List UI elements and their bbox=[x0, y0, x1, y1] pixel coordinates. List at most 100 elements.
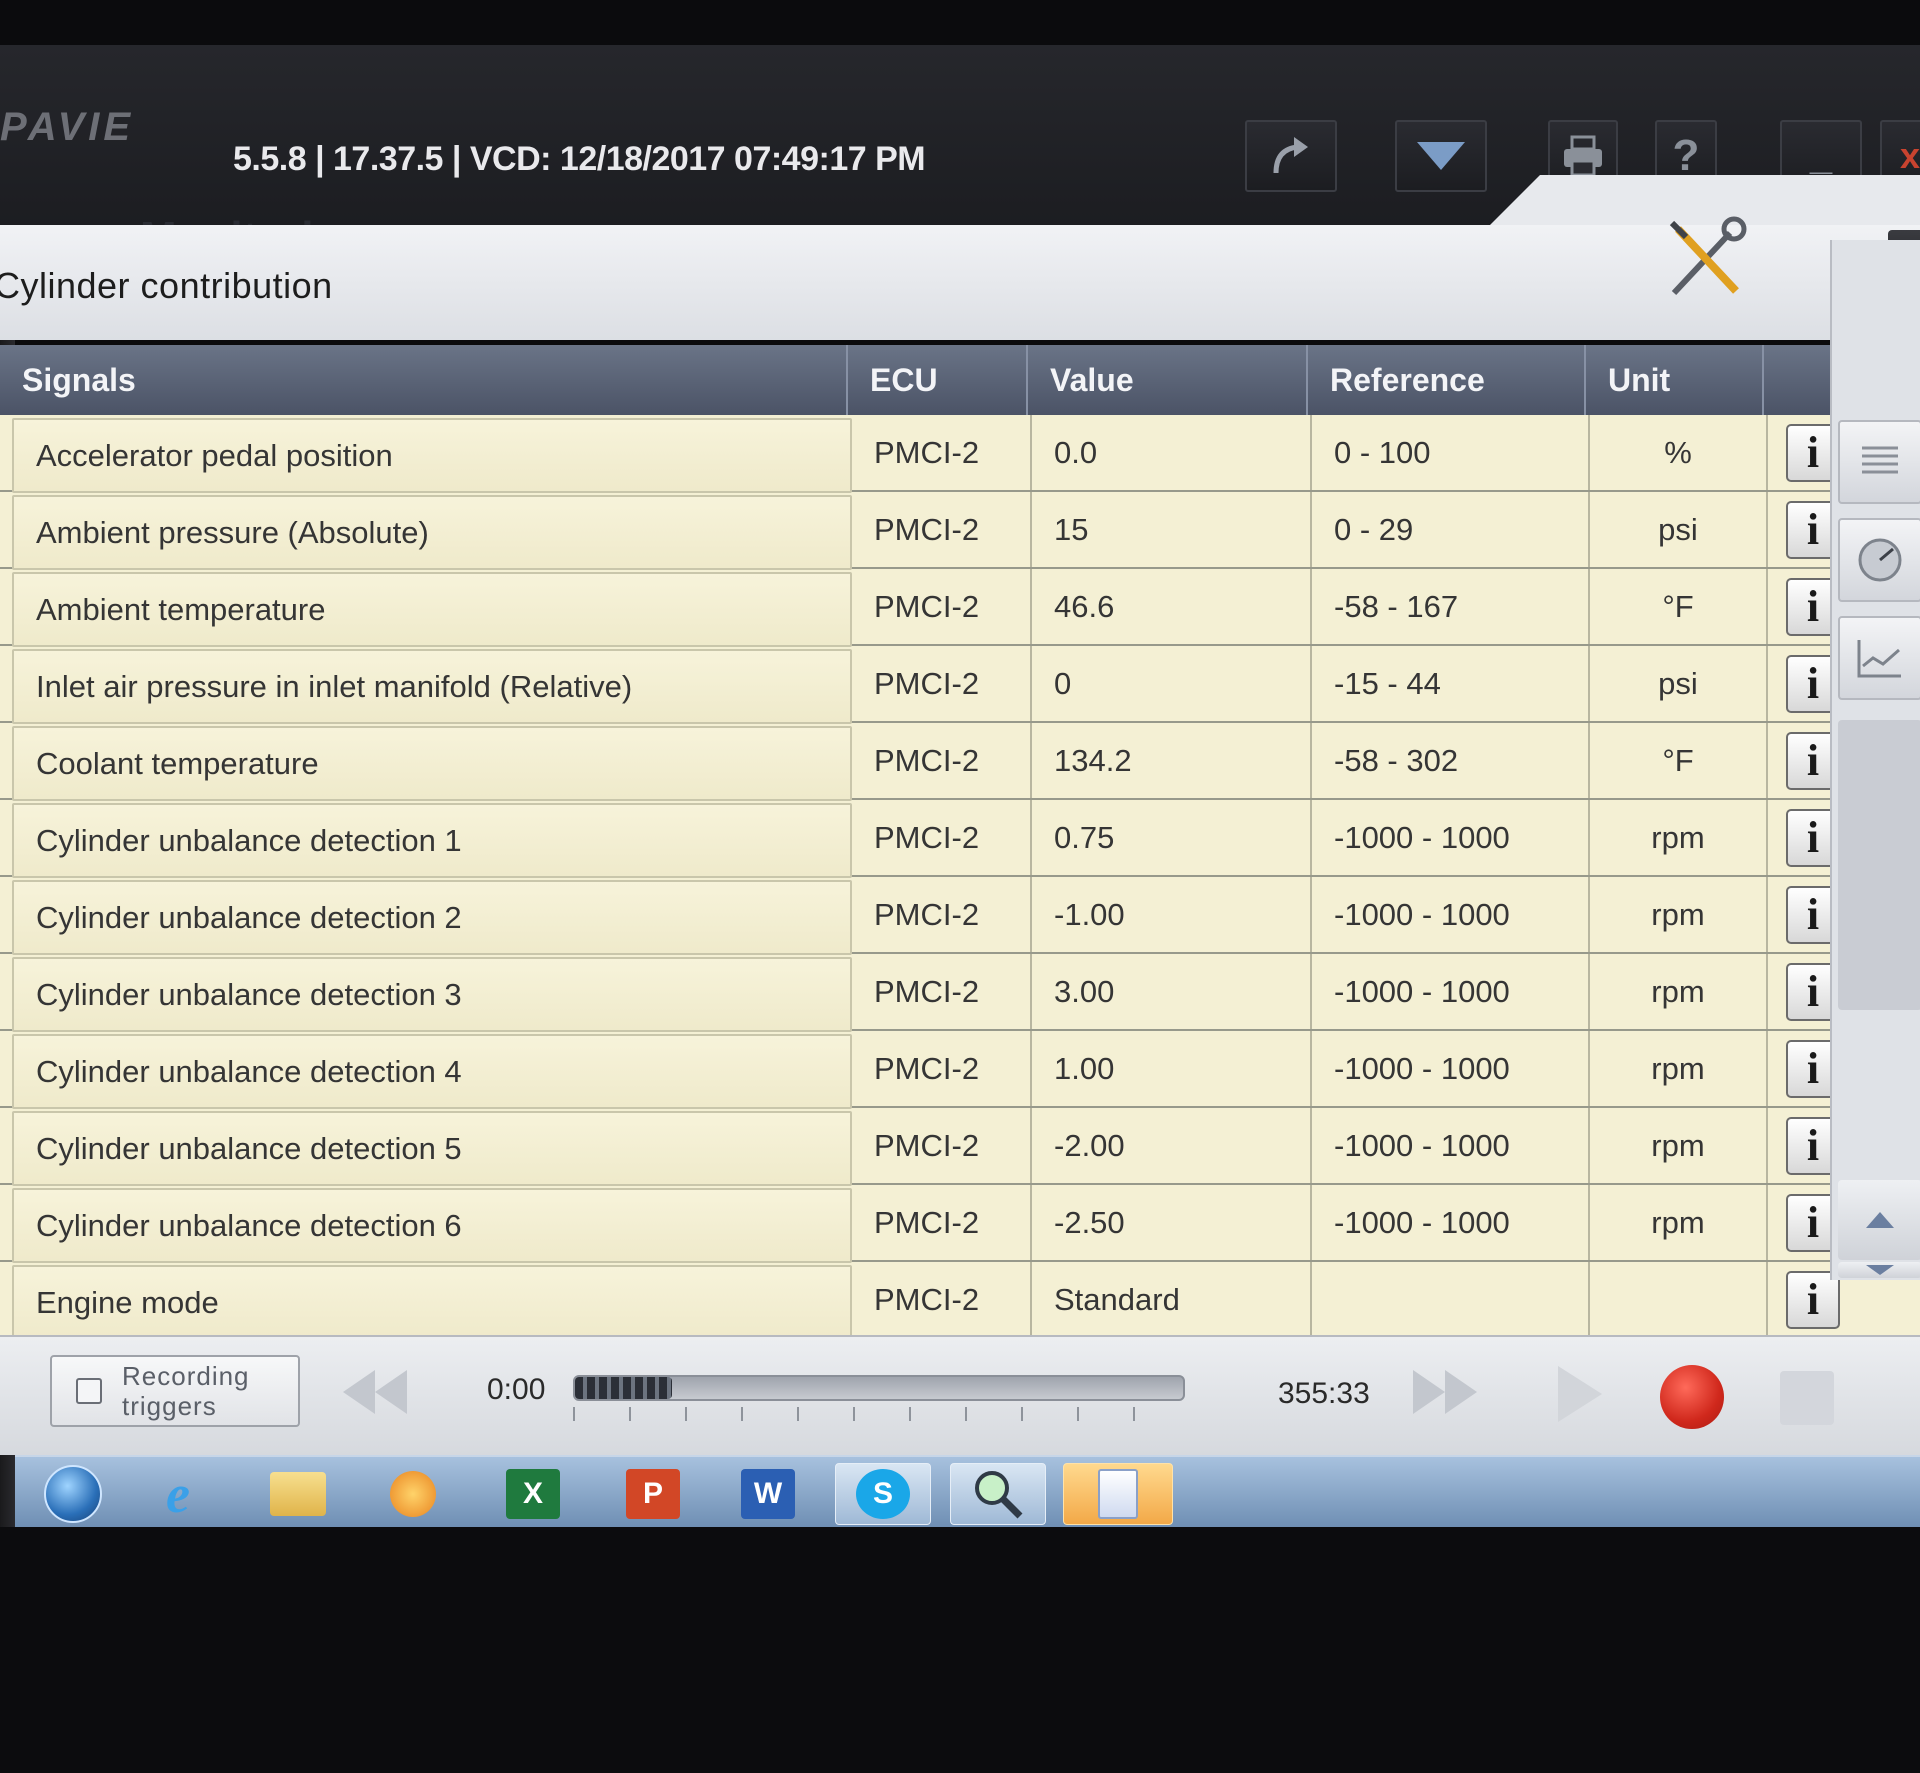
signal-name: Inlet air pressure in inlet manifold (Re… bbox=[12, 649, 852, 724]
ecu-cell: PMCI-2 bbox=[852, 569, 1032, 644]
taskbar-ie[interactable]: e bbox=[130, 1463, 226, 1525]
table-row[interactable]: Inlet air pressure in inlet manifold (Re… bbox=[0, 646, 1920, 724]
value-cell: 15 bbox=[1032, 492, 1312, 567]
taskbar-magnifier[interactable] bbox=[950, 1463, 1046, 1525]
forward-arrow-icon bbox=[1273, 137, 1308, 174]
value-cell: 134.2 bbox=[1032, 723, 1312, 798]
word-icon: W bbox=[741, 1469, 795, 1519]
table-row[interactable]: Accelerator pedal position PMCI-2 0.0 0 … bbox=[0, 415, 1920, 493]
recording-triggers-checkbox[interactable] bbox=[76, 1378, 102, 1404]
reference-cell bbox=[1312, 1262, 1590, 1337]
fast-forward-icon[interactable] bbox=[1405, 1362, 1485, 1422]
page-title: Cylinder contribution bbox=[0, 265, 333, 306]
reference-cell: -1000 - 1000 bbox=[1312, 800, 1590, 875]
unit-cell: °F bbox=[1590, 569, 1768, 644]
value-cell: 0.75 bbox=[1032, 800, 1312, 875]
signal-name: Ambient pressure (Absolute) bbox=[12, 495, 852, 570]
table-row[interactable]: Cylinder unbalance detection 1 PMCI-2 0.… bbox=[0, 800, 1920, 878]
start-button[interactable] bbox=[25, 1463, 121, 1525]
playback-bar: Recording triggers 0:00 355:33 bbox=[0, 1335, 1920, 1455]
start-orb-icon bbox=[44, 1465, 102, 1523]
playback-slider[interactable] bbox=[573, 1375, 1185, 1401]
monitor-bezel bbox=[0, 1527, 1920, 1773]
reference-cell: 0 - 29 bbox=[1312, 492, 1590, 567]
taskbar-media-player[interactable] bbox=[365, 1463, 461, 1525]
reference-cell: -1000 - 1000 bbox=[1312, 1185, 1590, 1260]
recording-triggers-toggle[interactable]: Recording triggers bbox=[50, 1355, 300, 1427]
play-icon[interactable] bbox=[1550, 1362, 1610, 1426]
media-player-icon bbox=[390, 1471, 436, 1517]
ecu-cell: PMCI-2 bbox=[852, 877, 1032, 952]
ecu-cell: PMCI-2 bbox=[852, 723, 1032, 798]
unit-cell: psi bbox=[1590, 646, 1768, 721]
taskbar-powerpoint[interactable]: P bbox=[605, 1463, 701, 1525]
rewind-icon[interactable] bbox=[335, 1362, 415, 1422]
table-row[interactable]: Engine mode PMCI-2 Standard i bbox=[0, 1262, 1920, 1340]
table-row[interactable]: Cylinder unbalance detection 2 PMCI-2 -1… bbox=[0, 877, 1920, 955]
help-icon: ? bbox=[1672, 131, 1700, 180]
taskbar-diagnostic-app[interactable] bbox=[1063, 1463, 1173, 1525]
reference-cell: -15 - 44 bbox=[1312, 646, 1590, 721]
reference-cell: -58 - 167 bbox=[1312, 569, 1590, 644]
column-header-value[interactable]: Value bbox=[1028, 345, 1308, 415]
value-cell: -1.00 bbox=[1032, 877, 1312, 952]
app-logo: PAVIE bbox=[0, 105, 135, 149]
signal-name: Engine mode bbox=[12, 1265, 852, 1340]
taskbar-excel[interactable]: X bbox=[485, 1463, 581, 1525]
unit-cell: rpm bbox=[1590, 800, 1768, 875]
signal-name: Cylinder unbalance detection 1 bbox=[12, 803, 852, 878]
scrollbar-track[interactable] bbox=[1838, 720, 1920, 1010]
stop-button[interactable] bbox=[1780, 1371, 1834, 1425]
signal-name: Cylinder unbalance detection 3 bbox=[12, 957, 852, 1032]
time-end: 355:33 bbox=[1278, 1377, 1370, 1410]
gauge-view-button[interactable] bbox=[1838, 518, 1920, 602]
taskbar-explorer[interactable] bbox=[250, 1463, 346, 1525]
unit-cell: °F bbox=[1590, 723, 1768, 798]
time-start: 0:00 bbox=[487, 1373, 546, 1406]
reference-cell: 0 - 100 bbox=[1312, 415, 1590, 490]
record-button[interactable] bbox=[1660, 1365, 1724, 1429]
unit-cell: rpm bbox=[1590, 1031, 1768, 1106]
reference-cell: -1000 - 1000 bbox=[1312, 1031, 1590, 1106]
column-header-reference[interactable]: Reference bbox=[1308, 345, 1586, 415]
slider-ticks bbox=[573, 1407, 1185, 1421]
taskbar-word[interactable]: W bbox=[720, 1463, 816, 1525]
column-header-unit[interactable]: Unit bbox=[1586, 345, 1764, 415]
column-header-ecu[interactable]: ECU bbox=[848, 345, 1028, 415]
magnifier-icon bbox=[975, 1471, 1023, 1519]
table-row[interactable]: Cylinder unbalance detection 4 PMCI-2 1.… bbox=[0, 1031, 1920, 1109]
table-row[interactable]: Cylinder unbalance detection 6 PMCI-2 -2… bbox=[0, 1185, 1920, 1263]
diagnostic-app-icon bbox=[1098, 1469, 1138, 1519]
unit-cell bbox=[1590, 1262, 1768, 1337]
column-header-signals[interactable]: Signals bbox=[0, 345, 848, 415]
scroll-down-icon bbox=[1866, 1265, 1894, 1275]
dropdown-arrow-icon bbox=[1417, 142, 1465, 170]
table-header: Signals ECU Value Reference Unit bbox=[0, 345, 1920, 415]
table-row[interactable]: Cylinder unbalance detection 5 PMCI-2 -2… bbox=[0, 1108, 1920, 1186]
graph-icon bbox=[1857, 640, 1901, 678]
table-row[interactable]: Ambient pressure (Absolute) PMCI-2 15 0 … bbox=[0, 492, 1920, 570]
powerpoint-icon: P bbox=[626, 1469, 680, 1519]
value-cell: -2.00 bbox=[1032, 1108, 1312, 1183]
value-cell: 0.0 bbox=[1032, 415, 1312, 490]
scroll-up-button[interactable] bbox=[1838, 1180, 1920, 1260]
table-body: Accelerator pedal position PMCI-2 0.0 0 … bbox=[0, 415, 1920, 1340]
table-row[interactable]: Cylinder unbalance detection 3 PMCI-2 3.… bbox=[0, 954, 1920, 1032]
table-row[interactable]: Ambient temperature PMCI-2 46.6 -58 - 16… bbox=[0, 569, 1920, 647]
value-cell: 46.6 bbox=[1032, 569, 1312, 644]
scroll-up-icon bbox=[1866, 1212, 1894, 1228]
taskbar-skype[interactable]: S bbox=[835, 1463, 931, 1525]
graph-view-button[interactable] bbox=[1838, 616, 1920, 700]
signal-name: Cylinder unbalance detection 5 bbox=[12, 1111, 852, 1186]
signal-name: Ambient temperature bbox=[12, 572, 852, 647]
value-cell: 3.00 bbox=[1032, 954, 1312, 1029]
list-view-button[interactable] bbox=[1838, 420, 1920, 504]
print-icon bbox=[1564, 135, 1602, 177]
unit-cell: rpm bbox=[1590, 1185, 1768, 1260]
scroll-down-button[interactable] bbox=[1838, 1262, 1920, 1278]
recording-triggers-label: Recording triggers bbox=[122, 1361, 250, 1421]
excel-icon: X bbox=[506, 1469, 560, 1519]
value-cell: -2.50 bbox=[1032, 1185, 1312, 1260]
tools-button[interactable] bbox=[1660, 215, 1750, 310]
table-row[interactable]: Coolant temperature PMCI-2 134.2 -58 - 3… bbox=[0, 723, 1920, 801]
